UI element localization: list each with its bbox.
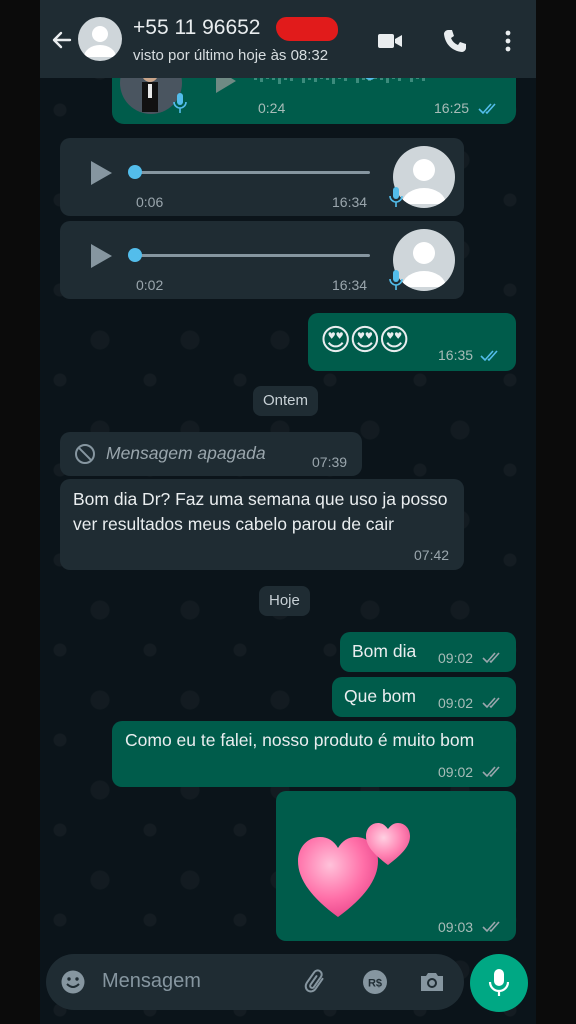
date-divider: Hoje [259,586,310,616]
message-time: 09:02 [438,650,474,666]
message-time: 16:34 [332,277,368,293]
outgoing-text-message[interactable]: Que bom 09:02 [332,677,516,717]
hearts-sticker [298,823,410,917]
mic-icon [488,969,510,996]
contact-avatar[interactable] [78,17,122,61]
emoji-message-outgoing[interactable]: 😍😍😍 16:35 [308,313,516,371]
audio-message-incoming[interactable]: 0:02 16:34 [60,221,464,299]
voice-call-icon[interactable] [441,27,469,55]
message-text: Bom dia [352,641,417,661]
emoji-icon[interactable] [60,969,86,995]
read-ticks-icon [478,103,496,115]
mic-icon [389,187,403,207]
chat-header: +55 11 96652 visto por último hoje às 08… [40,0,536,78]
date-divider: Ontem [253,386,319,416]
attach-icon[interactable] [302,968,330,996]
message-text: Bom dia Dr? Faz uma semana que uso ja po… [73,489,448,534]
chat-screen: 0:24 16:25 +55 11 96652 visto por último… [40,0,536,1024]
message-time: 09:02 [438,695,474,711]
deleted-message[interactable]: Mensagem apagada 07:39 [60,432,362,476]
redaction-mark [276,17,338,41]
blocked-icon [75,444,95,464]
message-time: 16:34 [332,194,368,210]
message-text: Que bom [344,686,416,706]
mic-icon [173,93,187,113]
message-input-bar: Mensagem R$ [46,954,464,1010]
svg-text:R$: R$ [368,978,382,990]
video-call-icon[interactable] [376,27,404,55]
message-text: Como eu te falei, nosso produto é muito … [125,730,475,750]
message-time: 09:03 [438,919,474,935]
audio-duration: 0:24 [258,100,286,116]
camera-icon[interactable] [418,969,446,995]
read-ticks-icon [482,766,500,778]
read-ticks-icon [482,652,500,664]
play-icon[interactable] [86,241,116,271]
audio-message-incoming[interactable]: 0:06 16:34 [60,138,464,216]
audio-progress-handle[interactable] [128,165,142,179]
payment-icon[interactable]: R$ [362,969,388,995]
outgoing-text-message[interactable]: Como eu te falei, nosso produto é muito … [112,721,516,787]
read-ticks-icon [480,350,498,362]
message-time: 07:42 [414,547,450,563]
audio-progress-track[interactable] [134,171,370,174]
message-time: 09:02 [438,764,474,780]
back-arrow-icon[interactable] [50,28,74,52]
audio-progress-track[interactable] [134,254,370,257]
emoji-text: 😍😍😍 [320,324,410,357]
message-time: 16:35 [438,347,474,363]
audio-duration: 0:06 [136,194,164,210]
play-icon[interactable] [86,158,116,188]
last-seen-status: visto por último hoje às 08:32 [133,47,329,64]
message-time: 07:39 [312,454,348,470]
deleted-text: Mensagem apagada [106,443,266,463]
mic-icon [389,270,403,290]
message-time: 16:25 [434,100,470,116]
audio-progress-handle[interactable] [128,248,142,262]
outgoing-text-message[interactable]: Bom dia 09:02 [340,632,516,672]
read-ticks-icon [482,921,500,933]
incoming-text-message[interactable]: Bom dia Dr? Faz uma semana que uso ja po… [60,479,464,570]
sticker-message[interactable]: 09:03 [276,791,516,941]
voice-record-button[interactable] [470,954,528,1012]
audio-duration: 0:02 [136,277,164,293]
more-options-icon[interactable] [494,27,522,55]
read-ticks-icon [482,697,500,709]
message-input[interactable]: Mensagem [102,970,201,993]
contact-name[interactable]: +55 11 96652 [133,16,261,40]
